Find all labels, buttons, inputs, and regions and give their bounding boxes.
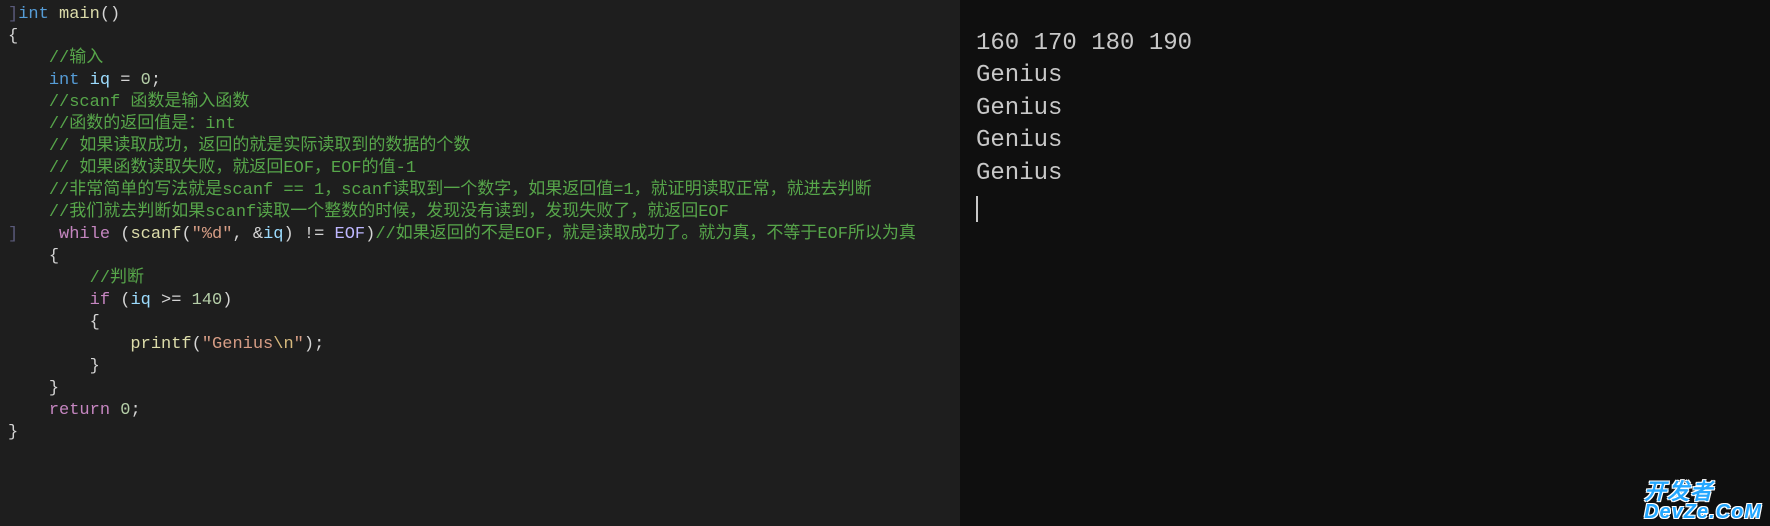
terminal-output-line: Genius: [976, 158, 1770, 190]
code-token-op: >=: [151, 291, 192, 310]
code-token-comment: //如果返回的不是EOF，就是读取成功了。就为真，不等于EOF所以为真: [375, 225, 916, 244]
code-line[interactable]: {: [0, 26, 960, 48]
terminal-output-line: 160 170 180 190: [976, 28, 1770, 60]
code-token-func: printf: [130, 335, 191, 354]
code-token-plain: ;: [130, 401, 140, 420]
code-line[interactable]: int iq = 0;: [0, 70, 960, 92]
terminal-cursor-line[interactable]: [976, 190, 1770, 222]
code-token-op: !=: [294, 225, 335, 244]
code-token-number: 0: [120, 401, 130, 420]
code-token-string: "%d": [192, 225, 233, 244]
code-token-macro: EOF: [335, 225, 366, 244]
code-line[interactable]: }: [0, 422, 960, 444]
code-token-paren: (): [100, 5, 120, 24]
code-line[interactable]: ] while (scanf("%d", &iq) != EOF)//如果返回的…: [0, 224, 960, 246]
fold-bracket: ]: [8, 225, 18, 244]
code-line[interactable]: printf("Genius\n");: [0, 334, 960, 356]
code-token-esc: \n: [273, 335, 293, 354]
code-token-comment: //函数的返回值是：int: [49, 115, 236, 134]
code-line[interactable]: //输入: [0, 48, 960, 70]
code-token-string: ": [294, 335, 304, 354]
code-token-ident: iq: [90, 71, 110, 90]
code-token-paren: (: [192, 335, 202, 354]
code-line[interactable]: // 如果读取成功，返回的就是实际读取到的数据的个数: [0, 136, 960, 158]
code-token-brace: }: [8, 423, 18, 442]
code-token-plain: ,: [232, 225, 252, 244]
code-line[interactable]: // 如果函数读取失败，就返回EOF，EOF的值-1: [0, 158, 960, 180]
code-token-brace: {: [49, 247, 59, 266]
code-line[interactable]: {: [0, 312, 960, 334]
code-token-op: =: [110, 71, 141, 90]
code-line[interactable]: //函数的返回值是：int: [0, 114, 960, 136]
watermark-logo: 开发者 DevZe.CoM: [1644, 482, 1762, 522]
code-token-comment: //输入: [49, 49, 103, 68]
code-token-comment: //scanf 函数是输入函数: [49, 93, 250, 112]
code-token-paren: ): [365, 225, 375, 244]
code-token-func: main: [59, 5, 100, 24]
code-line[interactable]: //scanf 函数是输入函数: [0, 92, 960, 114]
code-line[interactable]: }: [0, 356, 960, 378]
code-token-comment: //我们就去判断如果scanf读取一个整数的时候，发现没有读到，发现失败了，就返…: [49, 203, 729, 222]
code-token-paren: ): [304, 335, 314, 354]
code-line[interactable]: if (iq >= 140): [0, 290, 960, 312]
code-token-plain: ;: [151, 71, 161, 90]
code-token-brace: {: [90, 313, 100, 332]
code-token-comment: //非常简单的写法就是scanf == 1，scanf读取到一个数字，如果返回值…: [49, 181, 872, 200]
code-token-type: int: [18, 5, 59, 24]
code-line[interactable]: //我们就去判断如果scanf读取一个整数的时候，发现没有读到，发现失败了，就返…: [0, 202, 960, 224]
code-token-ident: iq: [263, 225, 283, 244]
code-token-type: int: [49, 71, 90, 90]
code-token-paren: (: [181, 225, 191, 244]
code-token-kw: if: [90, 291, 121, 310]
code-line[interactable]: //非常简单的写法就是scanf == 1，scanf读取到一个数字，如果返回值…: [0, 180, 960, 202]
watermark-line2: DevZe.CoM: [1644, 503, 1762, 522]
code-token-func: scanf: [130, 225, 181, 244]
code-token-kw: return: [49, 401, 120, 420]
code-token-number: 0: [141, 71, 151, 90]
code-line[interactable]: //判断: [0, 268, 960, 290]
code-token-op: &: [253, 225, 263, 244]
code-token-brace: {: [8, 27, 18, 46]
watermark-line1: 开发者: [1644, 482, 1762, 503]
code-token-comment: // 如果读取成功，返回的就是实际读取到的数据的个数: [49, 137, 471, 156]
code-line[interactable]: {: [0, 246, 960, 268]
code-editor-pane[interactable]: ]int main(){ //输入 int iq = 0; //scanf 函数…: [0, 0, 960, 526]
code-token-string: "Genius: [202, 335, 273, 354]
code-token-comment: // 如果函数读取失败，就返回EOF，EOF的值-1: [49, 159, 416, 178]
code-token-paren: ): [222, 291, 232, 310]
terminal-output-line: Genius: [976, 93, 1770, 125]
code-token-paren: (: [120, 291, 130, 310]
code-token-ident: iq: [130, 291, 150, 310]
terminal-pane[interactable]: 160 170 180 190GeniusGeniusGeniusGenius …: [960, 0, 1770, 526]
code-token-number: 140: [192, 291, 223, 310]
code-line[interactable]: return 0;: [0, 400, 960, 422]
fold-bracket: ]: [8, 5, 18, 24]
code-token-comment: //判断: [90, 269, 144, 288]
code-token-brace: }: [49, 379, 59, 398]
code-line[interactable]: ]int main(): [0, 4, 960, 26]
terminal-output-line: Genius: [976, 60, 1770, 92]
code-token-brace: }: [90, 357, 100, 376]
code-token-paren: ): [283, 225, 293, 244]
code-token-kw: while: [59, 225, 120, 244]
code-token-plain: ;: [314, 335, 324, 354]
terminal-output-line: Genius: [976, 125, 1770, 157]
code-token-paren: (: [120, 225, 130, 244]
code-line[interactable]: }: [0, 378, 960, 400]
terminal-cursor: [976, 196, 978, 222]
